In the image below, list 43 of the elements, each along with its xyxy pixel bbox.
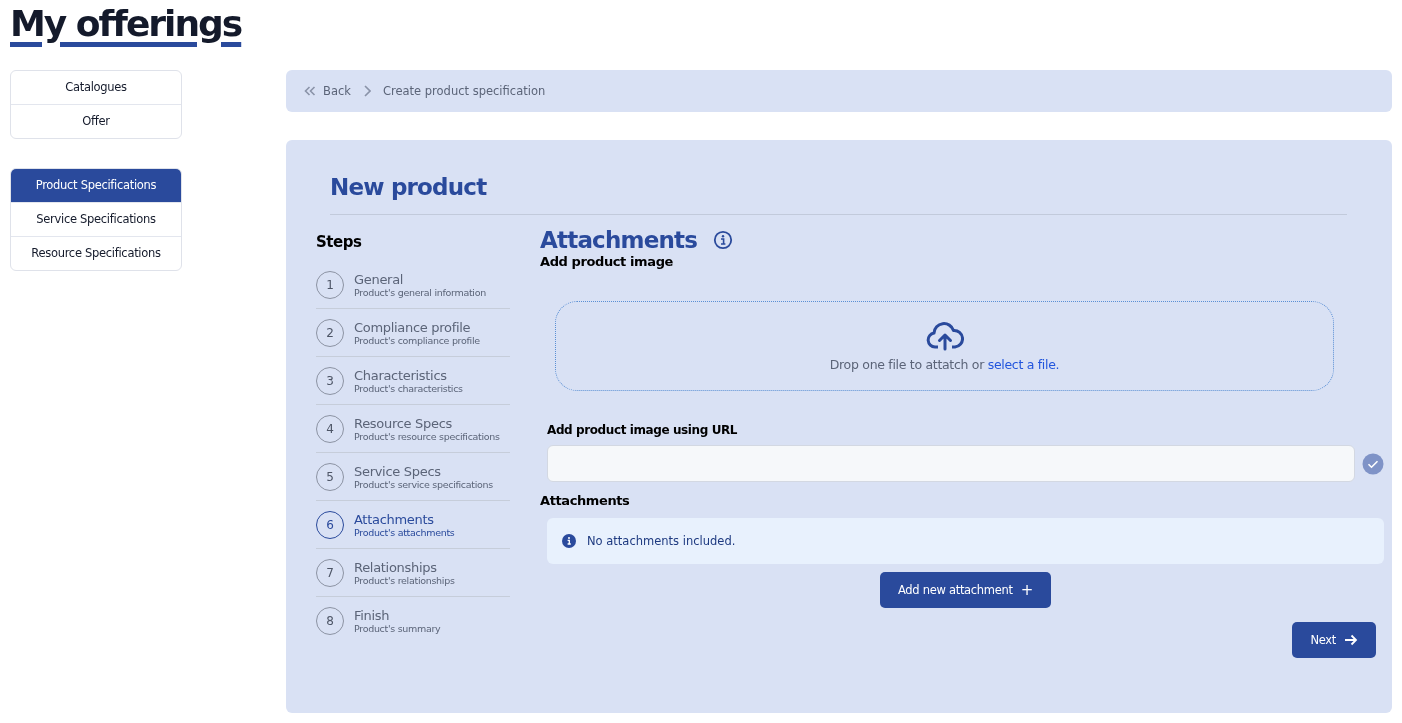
step-title[interactable]: Finish <box>354 607 441 623</box>
step-subtitle: Product's resource specifications <box>354 430 500 442</box>
menu-item[interactable]: Resource Specifications <box>11 236 181 270</box>
menu-item[interactable]: Product Specifications <box>11 169 181 202</box>
next-button[interactable]: Next <box>1292 622 1376 658</box>
url-input[interactable] <box>547 445 1355 482</box>
check-icon[interactable] <box>1362 452 1384 475</box>
info-icon[interactable] <box>713 230 734 250</box>
double-chevron-left-icon <box>304 86 316 96</box>
step-subtitle: Product's attachments <box>354 526 455 538</box>
dropzone-text: Drop one file to attatch or select a file. <box>829 356 1060 372</box>
step-title[interactable]: Compliance profile <box>354 319 480 335</box>
field-label: Add product image using URL <box>547 423 739 437</box>
select-file-link[interactable]: select a file. <box>987 356 1060 372</box>
form-title: New product <box>330 174 1347 215</box>
menu-item[interactable]: Offer <box>11 104 181 138</box>
step-title[interactable]: Characteristics <box>354 367 463 383</box>
breadcrumb-current: Create product specification <box>382 84 546 98</box>
section-title: Attachments <box>540 227 698 253</box>
menu-item[interactable]: Catalogues <box>11 71 181 104</box>
field-label: Attachments <box>540 493 631 508</box>
step-subtitle: Product's relationships <box>354 574 455 586</box>
cloud-upload-icon <box>925 320 964 351</box>
chevron-right-icon <box>362 85 371 97</box>
step-title[interactable]: Relationships <box>354 559 455 575</box>
step-title[interactable]: Resource Specs <box>354 415 500 431</box>
step-subtitle: Product's characteristics <box>354 382 463 394</box>
field-label: Add product image <box>540 254 674 269</box>
step-subtitle: Product's general information <box>354 286 486 298</box>
menu-item[interactable]: Service Specifications <box>11 202 181 236</box>
steps-heading: Steps <box>316 233 363 251</box>
arrow-right-icon <box>1344 634 1358 646</box>
add-attachment-button[interactable]: Add new attachment + <box>880 572 1051 608</box>
page-title: My offerings <box>10 2 243 46</box>
back-link[interactable]: Back <box>304 84 351 98</box>
step-subtitle: Product's service specifications <box>354 478 493 490</box>
step-subtitle: Product's summary <box>354 622 441 634</box>
step-title[interactable]: Service Specs <box>354 463 493 479</box>
step-title[interactable]: Attachments <box>354 511 455 527</box>
step-subtitle: Product's compliance profile <box>354 334 480 346</box>
info-icon <box>562 534 576 548</box>
notice-text: No attachments included. <box>587 534 736 548</box>
step-title[interactable]: General <box>354 271 486 287</box>
